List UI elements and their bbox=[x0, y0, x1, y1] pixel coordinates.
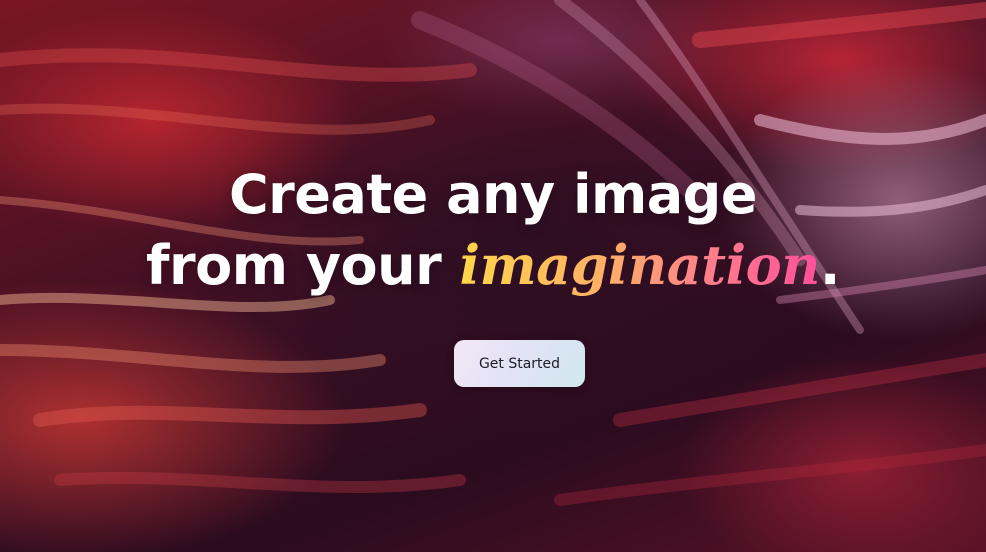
headline-period: . bbox=[819, 234, 841, 297]
get-started-button[interactable]: Get Started bbox=[454, 340, 585, 387]
headline-line-2-prefix: from your bbox=[146, 234, 460, 297]
headline-accent-word: imagination bbox=[459, 233, 821, 297]
hero-section: Create any image from your imagination. … bbox=[0, 0, 986, 552]
hero-content: Create any image from your imagination. … bbox=[0, 0, 986, 552]
headline-line-1: Create any image bbox=[229, 163, 757, 226]
headline-line-2: from your imagination. bbox=[0, 230, 986, 301]
hero-headline: Create any image from your imagination. bbox=[0, 160, 986, 301]
